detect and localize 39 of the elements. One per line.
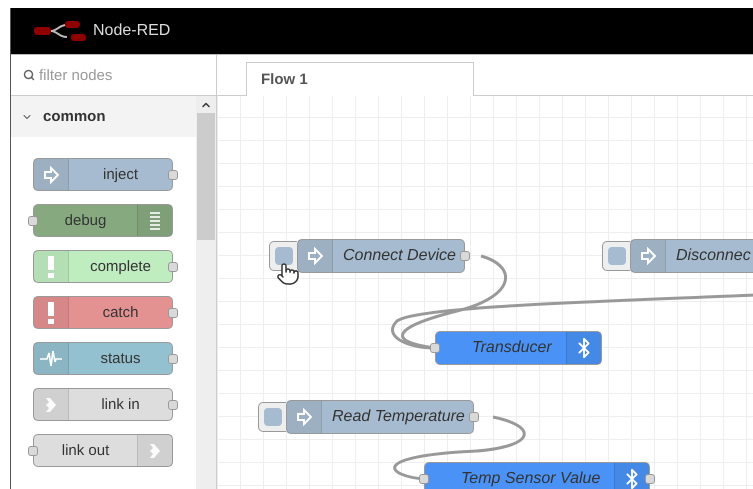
pulse-icon xyxy=(40,350,62,368)
input-port[interactable] xyxy=(430,343,440,353)
flow-node[interactable]: Connect Device xyxy=(297,239,465,273)
palette-node[interactable]: inject xyxy=(33,158,173,191)
output-port[interactable] xyxy=(168,170,178,180)
inject-trigger-button[interactable] xyxy=(269,241,297,271)
hand-cursor-icon xyxy=(276,262,300,286)
flow-node[interactable]: Temp Sensor Value xyxy=(424,462,650,489)
exclamation-icon xyxy=(48,302,54,324)
output-port[interactable] xyxy=(168,400,178,410)
app-title: Node-RED xyxy=(93,22,170,40)
category-header[interactable]: common xyxy=(11,96,196,137)
category-label: common xyxy=(43,108,106,125)
arrow-icon xyxy=(307,247,323,265)
arrow-icon xyxy=(296,408,312,426)
logo-icon xyxy=(33,20,87,42)
flow-node[interactable]: Disconnec xyxy=(630,239,753,273)
scrollbar[interactable] xyxy=(196,96,216,489)
arrow-icon xyxy=(43,166,59,184)
palette-node[interactable]: debug xyxy=(33,204,173,237)
input-port[interactable] xyxy=(28,446,38,456)
palette-node[interactable]: catch xyxy=(33,296,173,329)
input-port[interactable] xyxy=(419,474,429,484)
flow-node[interactable]: Transducer xyxy=(435,331,602,365)
exclamation-icon xyxy=(48,256,54,278)
flow-node[interactable]: Read Temperature xyxy=(286,400,474,434)
output-port[interactable] xyxy=(168,308,178,318)
palette-node[interactable]: link out xyxy=(33,434,173,467)
palette-node[interactable]: complete xyxy=(33,250,173,283)
palette-node[interactable]: status xyxy=(33,342,173,375)
palette-node[interactable]: link in xyxy=(33,388,173,421)
flow-tab[interactable]: Flow 1 xyxy=(246,62,474,96)
input-port[interactable] xyxy=(28,216,38,226)
output-port[interactable] xyxy=(168,354,178,364)
output-port[interactable] xyxy=(168,262,178,272)
search-icon xyxy=(23,69,35,81)
output-port[interactable] xyxy=(645,474,656,484)
list-icon xyxy=(150,210,160,230)
arrow-icon xyxy=(640,247,656,265)
